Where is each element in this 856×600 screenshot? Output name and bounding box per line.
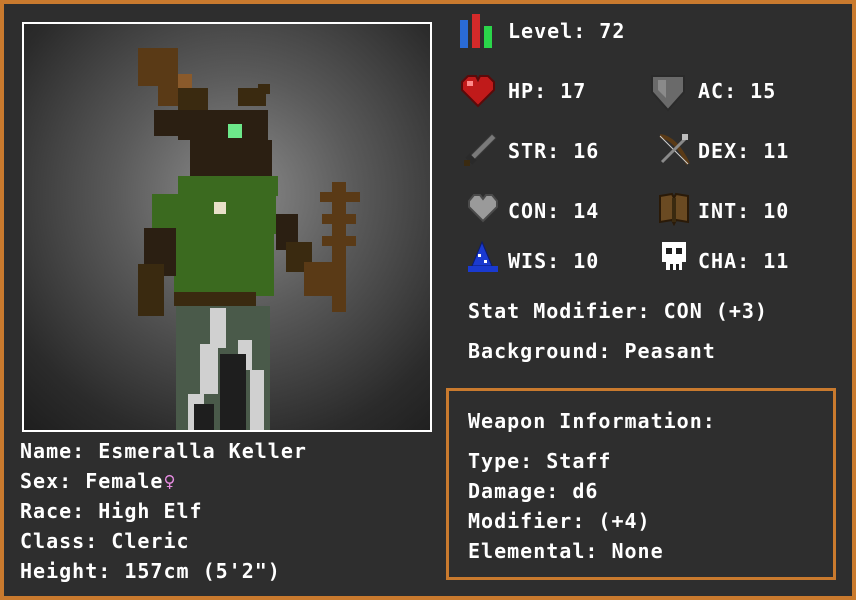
str-row: STR: 16	[508, 140, 599, 162]
level-label: Level:	[508, 19, 587, 43]
name-label: Name:	[20, 439, 86, 463]
weapon-elemental-row: Elemental: None	[468, 540, 664, 562]
ac-value: 15	[750, 79, 777, 103]
female-symbol-icon: ♀	[163, 469, 177, 493]
skull-icon	[662, 242, 686, 270]
character-portrait	[22, 22, 432, 432]
level-bars-icon	[460, 14, 492, 48]
wis-label: WIS:	[508, 249, 561, 273]
cha-row: CHA: 11	[698, 250, 789, 272]
wis-row: WIS: 10	[508, 250, 599, 272]
character-height-row: Height: 157cm (5'2")	[20, 560, 281, 582]
stat-modifier-row: Stat Modifier: CON (+3)	[468, 300, 768, 322]
cha-label: CHA:	[698, 249, 751, 273]
hp-label: HP:	[508, 79, 548, 103]
weapon-elemental-label: Elemental:	[468, 539, 599, 563]
background-row: Background: Peasant	[468, 340, 716, 362]
stat-modifier-label: Stat Modifier:	[468, 299, 651, 323]
int-value: 10	[763, 199, 790, 223]
height-label: Height:	[20, 559, 112, 583]
sex-value: Female	[85, 469, 164, 493]
height-value: 157cm (5'2")	[124, 559, 281, 583]
weapon-type-row: Type: Staff	[468, 450, 611, 472]
character-sex-row: Sex: Female♀	[20, 470, 177, 492]
hp-value: 17	[560, 79, 587, 103]
shield-icon	[651, 75, 685, 112]
level-value: 72	[599, 19, 626, 43]
character-race-row: Race: High Elf	[20, 500, 203, 522]
str-label: STR:	[508, 139, 561, 163]
weapon-damage-label: Damage:	[468, 479, 560, 503]
int-row: INT: 10	[698, 200, 789, 222]
con-row: CON: 14	[508, 200, 599, 222]
weapon-damage-value: d6	[572, 479, 599, 503]
class-label: Class:	[20, 529, 99, 553]
weapon-modifier-label: Modifier:	[468, 509, 586, 533]
wizard-hat-icon	[468, 240, 498, 272]
character-sheet: Name: Esmeralla Keller Sex: Female♀ Race…	[4, 4, 852, 596]
bow-icon	[659, 134, 690, 165]
cha-value: 11	[763, 249, 790, 273]
level-row: Level: 72	[508, 20, 625, 42]
weapon-modifier-row: Modifier: (+4)	[468, 510, 651, 532]
race-label: Race:	[20, 499, 86, 523]
stat-modifier-value: CON (+3)	[663, 299, 768, 323]
weapon-modifier-value: (+4)	[598, 509, 651, 533]
dex-value: 11	[763, 139, 790, 163]
character-class-row: Class: Cleric	[20, 530, 190, 552]
weapon-type-value: Staff	[546, 449, 612, 473]
background-label: Background:	[468, 339, 612, 363]
character-name-row: Name: Esmeralla Keller	[20, 440, 307, 462]
con-value: 14	[573, 199, 600, 223]
sex-label: Sex:	[20, 469, 73, 493]
ac-row: AC: 15	[698, 80, 776, 102]
book-icon	[659, 192, 689, 226]
weapon-type-label: Type:	[468, 449, 534, 473]
str-value: 16	[573, 139, 600, 163]
name-value: Esmeralla Keller	[98, 439, 307, 463]
grey-heart-icon	[468, 194, 498, 223]
class-value: Cleric	[111, 529, 190, 553]
weapon-damage-row: Damage: d6	[468, 480, 598, 502]
weapon-elemental-value: None	[611, 539, 664, 563]
dex-label: DEX:	[698, 139, 751, 163]
background-value: Peasant	[624, 339, 716, 363]
pixel-character-sprite	[138, 48, 360, 430]
sword-icon	[464, 133, 497, 166]
int-label: INT:	[698, 199, 751, 223]
ac-label: AC:	[698, 79, 738, 103]
con-label: CON:	[508, 199, 561, 223]
heart-icon	[461, 75, 495, 108]
weapon-info-title: Weapon Information:	[468, 409, 716, 433]
wis-value: 10	[573, 249, 600, 273]
race-value: High Elf	[98, 499, 203, 523]
hp-row: HP: 17	[508, 80, 586, 102]
dex-row: DEX: 11	[698, 140, 789, 162]
